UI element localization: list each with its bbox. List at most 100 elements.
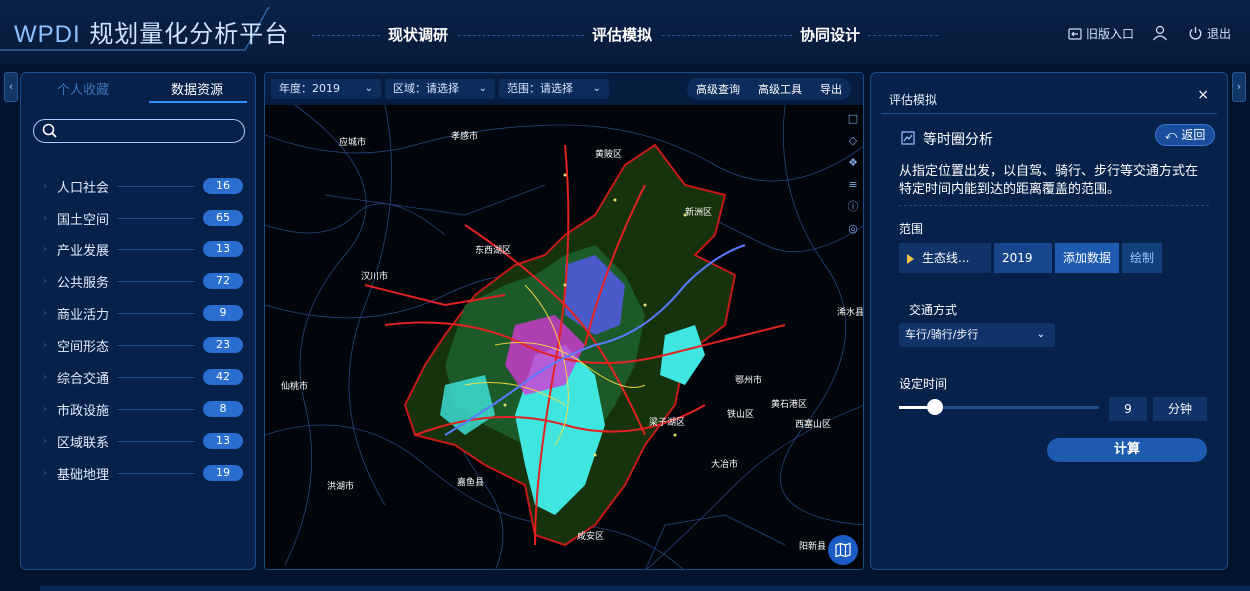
wrench-icon[interactable]: ❖	[845, 155, 861, 171]
range-layer-field[interactable]: 生态线...	[899, 243, 991, 273]
comment-icon[interactable]: □	[845, 111, 861, 127]
right-collapse-button[interactable]: ›	[1232, 72, 1246, 102]
category-item[interactable]: › 人口社会 16	[43, 176, 243, 196]
left-collapse-button[interactable]: ‹	[4, 72, 18, 102]
search-input[interactable]	[64, 123, 234, 139]
year-select-value: 年度：2019	[279, 82, 340, 95]
draw-button[interactable]: 绘制	[1122, 243, 1163, 273]
category-leader-line	[117, 312, 195, 314]
category-count-badge: 16	[203, 178, 243, 194]
time-value-input[interactable]: 9	[1109, 397, 1147, 421]
category-label: 综合交通	[57, 371, 110, 387]
map-place-label: 汉川市	[361, 272, 389, 282]
chevron-right-icon: ›	[1236, 80, 1242, 93]
map-place-label: 应城市	[339, 138, 367, 148]
chart-line-icon	[901, 131, 915, 145]
list-icon[interactable]: ≡	[845, 177, 861, 193]
category-label: 商业活力	[57, 307, 110, 323]
nav-collab-design[interactable]: 协同设计	[800, 24, 860, 45]
map-toolbar: 年度：2019 ⌄ 区域：请选择 ⌄ 范围：请选择 ⌄ 高级查询 高级工具 导出	[265, 73, 863, 105]
legacy-entry-link[interactable]: 旧版入口	[1068, 25, 1134, 42]
analysis-description: 从指定位置出发，以自驾、骑行、步行等交通方式在特定时间内能到达的距离覆盖的范围。	[899, 164, 1199, 197]
calculate-button[interactable]: 计算	[1047, 438, 1207, 462]
category-leader-line	[117, 280, 195, 282]
search-box[interactable]	[33, 119, 245, 143]
advanced-tools-button[interactable]: 高级工具	[758, 81, 802, 97]
category-item[interactable]: › 市政设施 8	[43, 399, 243, 419]
category-item[interactable]: › 空间形态 23	[43, 335, 243, 355]
range-layer-value: 生态线...	[922, 251, 970, 265]
chevron-down-icon: ⌄	[592, 83, 601, 94]
category-item[interactable]: › 国土空间 65	[43, 208, 243, 228]
category-item[interactable]: › 基础地理 19	[43, 463, 243, 483]
chevron-right-icon: ›	[43, 339, 47, 351]
range-year-field[interactable]: 2019	[994, 243, 1052, 273]
advanced-query-button[interactable]: 高级查询	[696, 81, 740, 97]
logo-prefix: WPDI	[14, 21, 81, 48]
back-label: 返回	[1181, 128, 1206, 142]
category-count-badge: 72	[203, 273, 243, 289]
category-leader-line	[117, 185, 195, 187]
map-place-label: 梁子湖区	[649, 418, 686, 428]
globe-icon[interactable]: ◎	[845, 221, 861, 237]
user-button[interactable]	[1152, 25, 1168, 41]
category-label: 区域联系	[57, 435, 110, 451]
nav-evaluation[interactable]: 评估模拟	[592, 24, 652, 45]
close-icon[interactable]: ×	[1197, 87, 1209, 103]
data-resource-panel: 个人收藏 数据资源 › 人口社会 16 › 国土空间 65 › 产业发展 13 …	[20, 72, 256, 570]
app-logo[interactable]: WPDI 规划量化分析平台	[14, 14, 289, 49]
nav-survey[interactable]: 现状调研	[388, 24, 448, 45]
nav-divider	[662, 35, 792, 36]
time-slider[interactable]	[899, 399, 1099, 415]
layers-icon[interactable]: ◇	[845, 133, 861, 149]
help-icon[interactable]: ⓘ	[845, 199, 861, 215]
divider	[881, 113, 1217, 114]
legacy-entry-icon	[1068, 27, 1082, 40]
tab-data-resources[interactable]: 数据资源	[147, 79, 247, 98]
time-slider-handle[interactable]	[927, 399, 943, 415]
isochrone-map[interactable]	[265, 105, 864, 570]
active-tab-indicator	[149, 101, 247, 103]
back-button[interactable]: ⤺ 返回	[1155, 124, 1215, 146]
nav-divider	[312, 35, 380, 36]
export-button[interactable]: 导出	[820, 81, 842, 97]
panel-title: 评估模拟	[889, 93, 938, 107]
map-place-label: 大冶市	[711, 460, 739, 470]
map-place-label: 孝感市	[451, 132, 479, 142]
divider	[899, 205, 1209, 206]
map-basemap-button[interactable]	[828, 535, 858, 565]
scope-select[interactable]: 范围：请选择 ⌄	[499, 79, 609, 99]
category-item[interactable]: › 公共服务 72	[43, 271, 243, 291]
category-item[interactable]: › 产业发展 13	[43, 239, 243, 259]
category-count-badge: 13	[203, 241, 243, 257]
chevron-right-icon: ›	[43, 212, 47, 224]
category-label: 公共服务	[57, 275, 110, 291]
tab-favorites[interactable]: 个人收藏	[33, 79, 133, 98]
bottom-scrollbar[interactable]	[40, 586, 1250, 591]
category-leader-line	[117, 440, 195, 442]
nav-divider	[458, 35, 584, 36]
category-item[interactable]: › 区域联系 13	[43, 431, 243, 451]
map-place-label: 东西湖区	[475, 246, 512, 256]
category-label: 空间形态	[57, 339, 110, 355]
user-icon	[1153, 25, 1167, 41]
category-item[interactable]: › 商业活力 9	[43, 303, 243, 323]
category-item[interactable]: › 综合交通 42	[43, 367, 243, 387]
chevron-right-icon: ›	[43, 371, 47, 383]
logo-title: 规划量化分析平台	[89, 20, 290, 48]
chevron-left-icon: ‹	[8, 80, 14, 93]
map-place-label: 嘉鱼县	[457, 478, 485, 488]
chevron-right-icon: ›	[43, 467, 47, 479]
category-label: 国土空间	[57, 212, 110, 228]
time-unit-label[interactable]: 分钟	[1153, 397, 1207, 421]
add-data-button[interactable]: 添加数据	[1055, 243, 1120, 273]
category-count-badge: 19	[203, 465, 243, 481]
region-select[interactable]: 区域：请选择 ⌄	[385, 79, 495, 99]
logout-button[interactable]: 退出	[1188, 25, 1231, 42]
map-place-label: 浠水县	[837, 308, 864, 318]
year-select[interactable]: 年度：2019 ⌄	[271, 79, 381, 99]
map-action-group: 高级查询 高级工具 导出	[687, 78, 851, 100]
transport-mode-select[interactable]: 车行/骑行/步行 ⌄	[899, 323, 1055, 347]
legacy-entry-label: 旧版入口	[1086, 27, 1135, 41]
map-place-label: 鄂州市	[735, 376, 763, 386]
